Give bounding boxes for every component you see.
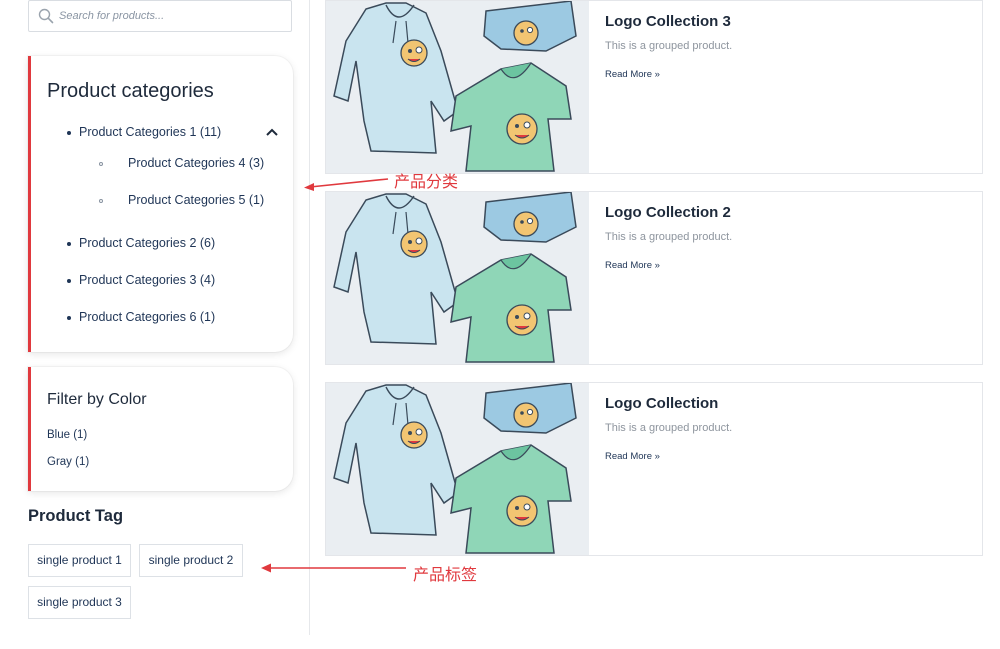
color-filter-title: Filter by Color xyxy=(47,391,147,408)
category-link-3[interactable]: Product Categories 3 (4) xyxy=(79,273,215,287)
tag-single-product-1[interactable]: single product 1 xyxy=(28,544,131,577)
product-card: Logo Collection 2 This is a grouped prod… xyxy=(325,191,983,365)
read-more-link[interactable]: Read More » xyxy=(605,451,660,462)
product-title[interactable]: Logo Collection 2 xyxy=(605,204,731,221)
bullet xyxy=(67,316,71,320)
product-title[interactable]: Logo Collection xyxy=(605,395,718,412)
arrow-left-icon xyxy=(304,178,389,191)
color-filter-widget: Filter by Color Blue (1) Gray (1) xyxy=(28,367,293,491)
chevron-up-icon[interactable] xyxy=(266,128,278,136)
product-image[interactable] xyxy=(326,383,589,555)
product-image[interactable] xyxy=(326,1,589,173)
product-title[interactable]: Logo Collection 3 xyxy=(605,13,731,30)
product-card: Logo Collection This is a grouped produc… xyxy=(325,382,983,556)
product-search[interactable] xyxy=(28,0,292,32)
bullet xyxy=(67,242,71,246)
sub-bullet xyxy=(99,199,103,203)
search-icon xyxy=(38,8,54,24)
product-info: Logo Collection 2 This is a grouped prod… xyxy=(605,192,982,364)
product-card: Logo Collection 3 This is a grouped prod… xyxy=(325,0,983,174)
product-categories-widget: Product categories Product Categories 1 … xyxy=(28,56,293,352)
product-image[interactable] xyxy=(326,192,589,364)
category-link-1[interactable]: Product Categories 1 (11) xyxy=(79,125,221,139)
tag-single-product-3[interactable]: single product 3 xyxy=(28,586,131,619)
category-link-6[interactable]: Product Categories 6 (1) xyxy=(79,310,215,324)
read-more-link[interactable]: Read More » xyxy=(605,69,660,80)
read-more-link[interactable]: Read More » xyxy=(605,260,660,271)
product-info: Logo Collection 3 This is a grouped prod… xyxy=(605,1,982,173)
product-description: This is a grouped product. xyxy=(605,231,733,243)
bullet xyxy=(67,131,71,135)
color-filter-blue[interactable]: Blue (1) xyxy=(47,429,87,441)
search-input[interactable] xyxy=(59,5,279,27)
product-info: Logo Collection This is a grouped produc… xyxy=(605,383,982,555)
color-filter-gray[interactable]: Gray (1) xyxy=(47,456,89,468)
category-link-2[interactable]: Product Categories 2 (6) xyxy=(79,236,215,250)
bullet xyxy=(67,279,71,283)
categories-annotation: 产品分类 xyxy=(394,174,459,191)
category-link-5[interactable]: Product Categories 5 (1) xyxy=(128,193,264,207)
arrow-left-icon xyxy=(261,563,406,573)
tag-single-product-2[interactable]: single product 2 xyxy=(139,544,243,577)
category-link-4[interactable]: Product Categories 4 (3) xyxy=(128,156,264,170)
tags-annotation: 产品标签 xyxy=(413,567,478,584)
product-tag-title: Product Tag xyxy=(28,507,124,525)
sub-bullet xyxy=(99,162,103,166)
product-description: This is a grouped product. xyxy=(605,40,733,52)
column-divider xyxy=(309,0,310,635)
product-description: This is a grouped product. xyxy=(605,422,733,434)
categories-title: Product categories xyxy=(47,80,214,102)
